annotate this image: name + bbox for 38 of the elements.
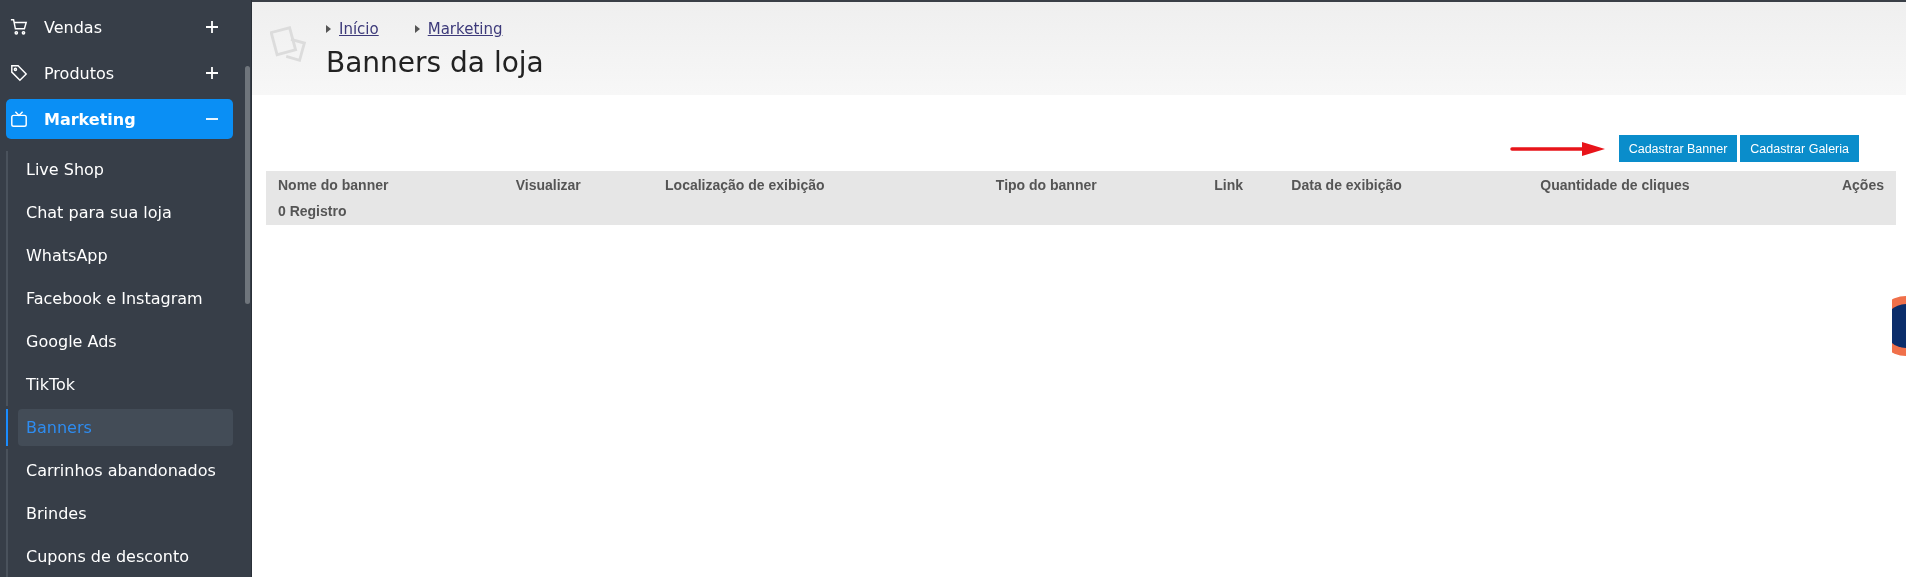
page-title: Banners da loja xyxy=(326,46,544,79)
sidebar-item[interactable]: Cupons de desconto xyxy=(18,538,233,575)
sidebar-item[interactable]: Google Ads xyxy=(18,323,233,360)
column-header: Tipo do banner xyxy=(995,177,1098,193)
column-header: Localização de exibição xyxy=(665,177,826,193)
action-button[interactable]: Cadastrar Galeria xyxy=(1740,135,1859,162)
sidebar-group[interactable]: Produtos xyxy=(6,53,233,93)
arrow-icon xyxy=(1509,140,1606,157)
column-header: Nome do banner xyxy=(278,177,390,193)
breadcrumb-link[interactable]: Marketing xyxy=(427,20,503,38)
scrollbar[interactable] xyxy=(245,66,250,304)
sidebar-item[interactable]: Carrinhos abandonados xyxy=(18,452,233,489)
cart-icon xyxy=(10,18,28,36)
group-label: Marketing xyxy=(44,109,137,129)
plus-icon xyxy=(205,66,219,80)
group-label: Vendas xyxy=(44,17,103,37)
sidebar-item[interactable]: Live Shop xyxy=(18,151,233,188)
column-header: Link xyxy=(1214,177,1245,193)
record-count: 0 Registro xyxy=(278,203,347,219)
action-button[interactable]: Cadastrar Banner xyxy=(1618,135,1738,162)
sidebar-item[interactable]: Brindes xyxy=(18,495,233,532)
sidebar-item[interactable]: TikTok xyxy=(18,366,233,403)
column-header: Ações xyxy=(1840,177,1884,193)
chat-widget-icon[interactable] xyxy=(1892,296,1906,356)
tag-icon xyxy=(10,64,28,82)
tv-icon xyxy=(10,110,28,128)
caret-icon xyxy=(414,25,420,33)
sidebar-group[interactable]: Vendas xyxy=(6,7,233,47)
column-header: Quantidade de cliques xyxy=(1540,177,1691,193)
column-header: Visualizar xyxy=(515,177,582,193)
breadcrumb-link[interactable]: Início xyxy=(339,20,379,38)
plus-icon xyxy=(205,20,219,34)
sidebar-item[interactable]: WhatsApp xyxy=(18,237,233,274)
caret-icon xyxy=(326,25,331,33)
sidebar-item[interactable]: Facebook e Instagram xyxy=(18,280,233,317)
sidebar-item[interactable]: Chat para sua loja xyxy=(18,194,233,231)
group-label: Produtos xyxy=(44,63,116,83)
column-header: Data de exibição xyxy=(1291,177,1403,193)
